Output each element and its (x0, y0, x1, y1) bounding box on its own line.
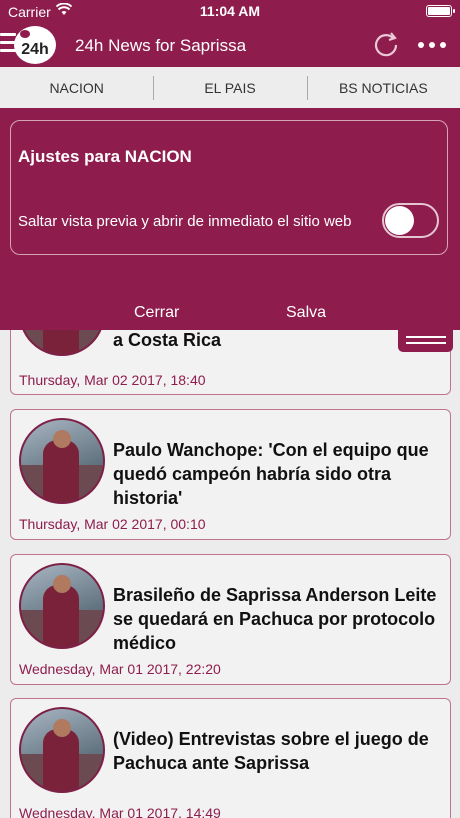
more-icon[interactable] (418, 40, 448, 50)
article-headline: a Costa Rica (113, 330, 222, 350)
app-logo: 24h (14, 26, 56, 64)
article-thumbnail (19, 418, 105, 504)
settings-sheet: Ajustes para NACION Saltar vista previa … (0, 108, 460, 330)
article-headline: (Video) Entrevistas sobre el juego de Pa… (113, 729, 429, 773)
article-card[interactable]: Brasileño de Saprissa Anderson Leite se … (10, 554, 451, 685)
skip-preview-toggle[interactable] (382, 203, 439, 238)
logo-text: 24h (21, 41, 49, 58)
article-date: Wednesday, Mar 01 2017, 22:20 (19, 661, 221, 677)
app-title: 24h News for Saprissa (75, 36, 247, 55)
toggle-knob (385, 206, 414, 235)
article-thumbnail (19, 563, 105, 649)
status-bar: Carrier 11:04 AM (0, 0, 460, 24)
article-headline: Brasileño de Saprissa Anderson Leite se … (113, 585, 437, 653)
settings-panel: Ajustes para NACION Saltar vista previa … (10, 120, 448, 255)
top-bar: Carrier 11:04 AM 24h 24h News for Sapris… (0, 0, 460, 67)
article-date: Thursday, Mar 02 2017, 18:40 (19, 372, 206, 388)
tab-bar: NACION EL PAIS BS NOTICIAS (0, 67, 460, 108)
battery-icon (426, 5, 455, 17)
tab-el-pais[interactable]: EL PAIS (153, 67, 306, 108)
refresh-icon[interactable] (371, 30, 401, 60)
article-card[interactable]: (Video) Entrevistas sobre el juego de Pa… (10, 698, 451, 818)
tab-bs-noticias[interactable]: BS NOTICIAS (306, 67, 460, 108)
article-date: Thursday, Mar 02 2017, 00:10 (19, 516, 206, 532)
close-button[interactable]: Cerrar (134, 304, 179, 322)
skip-preview-label: Saltar vista previa y abrir de inmediato… (18, 213, 352, 230)
article-thumbnail (19, 707, 105, 793)
save-button[interactable]: Salva (286, 304, 326, 322)
list-handle-icon[interactable] (398, 330, 453, 352)
article-date: Wednesday, Mar 01 2017, 14:49 (19, 805, 221, 818)
settings-title: Ajustes para NACION (18, 147, 192, 166)
article-headline: Paulo Wanchope: 'Con el equipo que quedó… (113, 440, 429, 508)
tab-nacion[interactable]: NACION (0, 67, 153, 108)
status-time: 11:04 AM (199, 3, 261, 19)
article-card[interactable]: Paulo Wanchope: 'Con el equipo que quedó… (10, 409, 451, 540)
